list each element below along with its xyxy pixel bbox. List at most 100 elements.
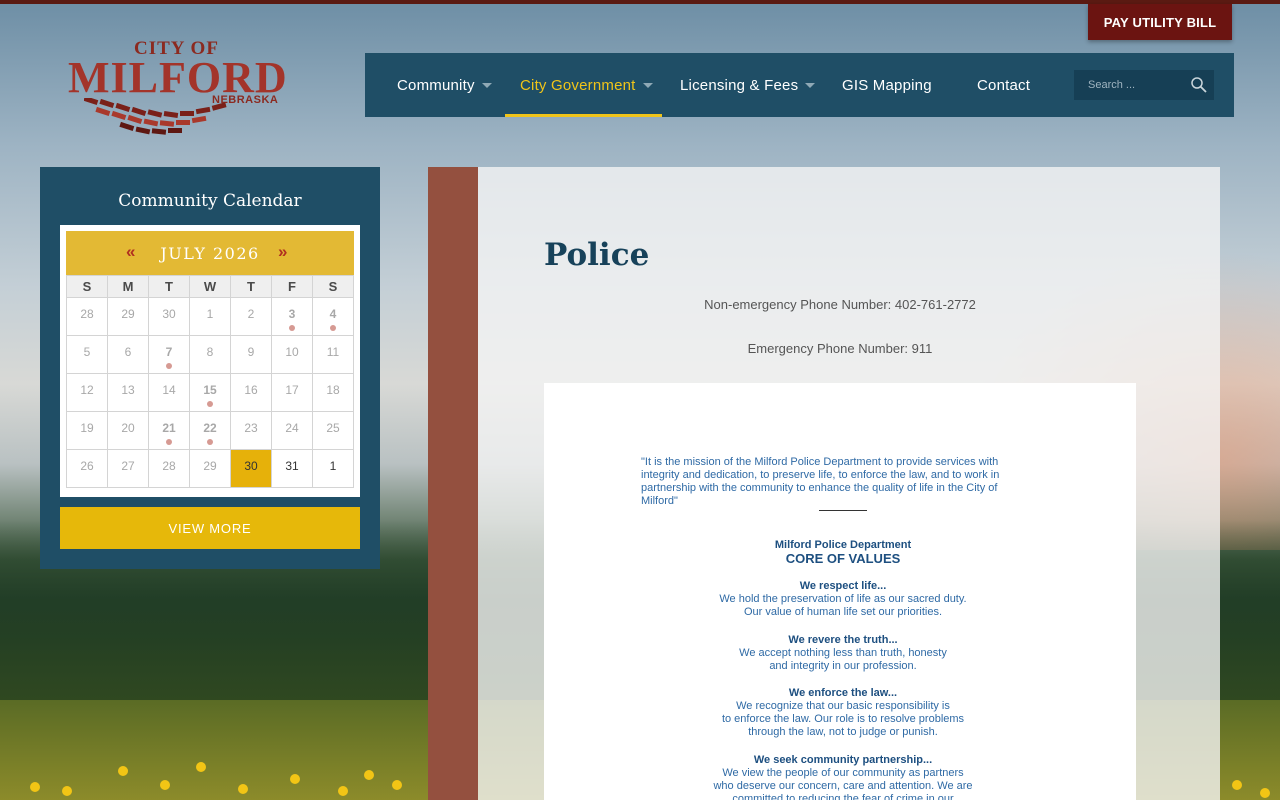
calendar-day-number: 25 [326, 421, 340, 435]
calendar-day[interactable]: 23 [231, 412, 272, 450]
nav-item-city-government[interactable]: City Government [520, 53, 653, 117]
event-dot-icon [166, 439, 172, 445]
core-value-text: through the law, not to judge or punish. [748, 726, 938, 738]
calendar-day[interactable]: 3 [272, 298, 313, 336]
chevron-down-icon [805, 82, 816, 88]
nav-item-gis-mapping[interactable]: GIS Mapping [842, 53, 932, 117]
calendar-title: Community Calendar [118, 191, 302, 211]
calendar-day-number: 16 [244, 383, 258, 397]
calendar-day[interactable]: 11 [313, 336, 354, 374]
calendar-day[interactable]: 10 [272, 336, 313, 374]
nav-label: Contact [977, 76, 1031, 94]
calendar-day[interactable]: 31 [272, 450, 313, 488]
calendar-day[interactable]: 4 [313, 298, 354, 336]
search-icon[interactable] [1190, 76, 1208, 94]
calendar-day[interactable]: 26 [67, 450, 108, 488]
calendar-day[interactable]: 1 [190, 298, 231, 336]
calendar-day[interactable]: 29 [108, 298, 149, 336]
event-dot-icon [289, 325, 295, 331]
calendar-day[interactable]: 25 [313, 412, 354, 450]
calendar-day-number: 4 [329, 307, 337, 321]
page-title: Police [544, 237, 650, 273]
core-value-text: committed to reducing the fear of crime … [732, 793, 954, 800]
calendar-weekday-header: T [149, 276, 190, 298]
chevron-down-icon [642, 82, 653, 88]
core-value-text: to enforce the law. Our role is to resol… [721, 713, 965, 725]
event-dot-icon [207, 439, 213, 445]
calendar-day[interactable]: 5 [67, 336, 108, 374]
calendar-day[interactable]: 21 [149, 412, 190, 450]
calendar-day[interactable]: 15 [190, 374, 231, 412]
calendar-day-number: 26 [80, 459, 94, 473]
divider [819, 510, 867, 511]
calendar-prev-month-button[interactable]: « [126, 242, 135, 262]
calendar-day-number: 1 [329, 459, 337, 473]
calendar-day[interactable]: 6 [108, 336, 149, 374]
calendar-day-number: 17 [285, 383, 299, 397]
core-value-text: We view the people of our community as p… [722, 767, 964, 779]
calendar-day-number: 9 [247, 345, 255, 359]
calendar-day[interactable]: 28 [149, 450, 190, 488]
calendar-header: « JULY 2026 » [66, 231, 354, 275]
calendar-day[interactable]: 8 [190, 336, 231, 374]
nav-item-contact[interactable]: Contact [977, 53, 1030, 117]
pay-utility-bill-button[interactable]: PAY UTILITY BILL [1088, 4, 1232, 40]
core-value-heading: We revere the truth... [788, 634, 898, 646]
calendar-day[interactable]: 30 [149, 298, 190, 336]
calendar-day[interactable]: 9 [231, 336, 272, 374]
calendar-day-number: 18 [326, 383, 340, 397]
police-values-document: "It is the mission of the Milford Police… [544, 383, 1136, 800]
calendar-day-number: 28 [162, 459, 176, 473]
calendar-day[interactable]: 2 [231, 298, 272, 336]
calendar-weekday-header: S [313, 276, 354, 298]
main-navigation: Community City Government Licensing & Fe… [365, 53, 1234, 117]
calendar-weekday-header: F [272, 276, 313, 298]
calendar-day[interactable]: 24 [272, 412, 313, 450]
content-accent-bar [428, 167, 478, 800]
nav-label: Community [397, 76, 475, 94]
calendar-day-number: 7 [165, 345, 173, 359]
nav-item-licensing-fees[interactable]: Licensing & Fees [680, 53, 816, 117]
calendar-day[interactable]: 28 [67, 298, 108, 336]
calendar-day-number: 12 [80, 383, 94, 397]
calendar-day[interactable]: 7 [149, 336, 190, 374]
core-value-text: and integrity in our profession. [769, 660, 917, 672]
calendar-day-number: 23 [244, 421, 258, 435]
calendar-day-number: 24 [285, 421, 299, 435]
calendar-day-today[interactable]: 30 [231, 450, 272, 488]
calendar-day[interactable]: 22 [190, 412, 231, 450]
calendar-day[interactable]: 12 [67, 374, 108, 412]
calendar-day-number: 29 [121, 307, 135, 321]
calendar-day[interactable]: 20 [108, 412, 149, 450]
calendar-day-number: 20 [121, 421, 135, 435]
core-value-text: Our value of human life set our prioriti… [743, 606, 943, 618]
calendar-day[interactable]: 18 [313, 374, 354, 412]
calendar-next-month-button[interactable]: » [278, 242, 287, 262]
calendar-day[interactable]: 13 [108, 374, 149, 412]
main-content: Police Non-emergency Phone Number: 402-7… [478, 167, 1220, 800]
search-input[interactable] [1074, 70, 1186, 100]
calendar-day-number: 22 [203, 421, 217, 435]
calendar-month-label: JULY 2026 [160, 243, 260, 263]
mission-statement: "It is the mission of the Milford Police… [641, 456, 1000, 507]
calendar-day[interactable]: 14 [149, 374, 190, 412]
calendar-day[interactable]: 1 [313, 450, 354, 488]
core-value-text: We accept nothing less than truth, hones… [739, 647, 947, 659]
core-value-heading: We respect life... [799, 580, 887, 592]
calendar-day[interactable]: 17 [272, 374, 313, 412]
calendar-day[interactable]: 16 [231, 374, 272, 412]
view-more-button[interactable]: VIEW MORE [60, 507, 360, 549]
chevron-down-icon [481, 82, 492, 88]
community-calendar-widget: Community Calendar « JULY 2026 » SMTWTFS… [40, 167, 380, 569]
calendar-day-number: 13 [121, 383, 135, 397]
core-values-heading: CORE OF VALUES [785, 551, 901, 566]
calendar-day[interactable]: 27 [108, 450, 149, 488]
calendar-day-number: 15 [203, 383, 217, 397]
calendar-day-number: 19 [80, 421, 94, 435]
event-dot-icon [207, 401, 213, 407]
calendar-day[interactable]: 29 [190, 450, 231, 488]
nav-item-community[interactable]: Community [397, 53, 492, 117]
nav-label: GIS Mapping [842, 76, 932, 94]
milford-logo[interactable]: CITY OF MILFORD NEBRASKA [62, 38, 287, 138]
calendar-day[interactable]: 19 [67, 412, 108, 450]
